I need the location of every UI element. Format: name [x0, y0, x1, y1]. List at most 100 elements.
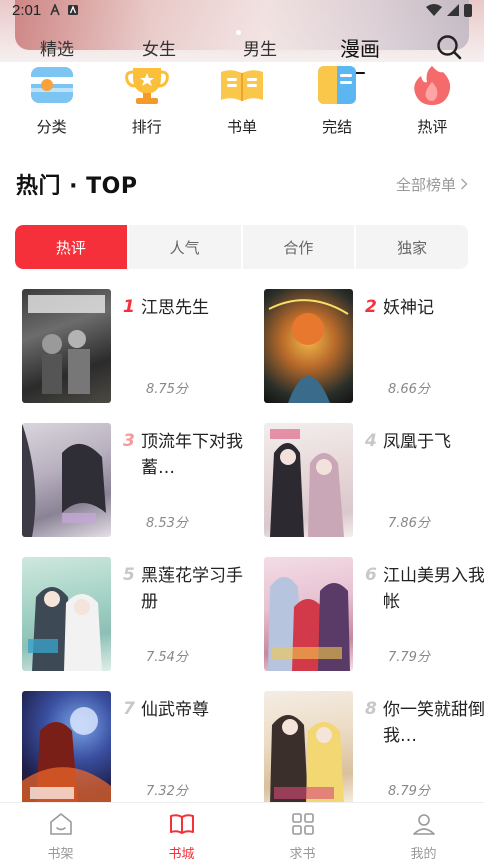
- top-tabs: 精选 女生 男生 漫画: [0, 30, 484, 74]
- cover-art: [22, 707, 111, 805]
- ranking-tab-cooperation[interactable]: 合作: [243, 225, 357, 269]
- book-item[interactable]: 6 江山美男入我帐 7.79分: [264, 557, 484, 671]
- category-classify[interactable]: 分类: [12, 64, 92, 144]
- book-score: 7.86分: [388, 516, 430, 531]
- book-score: 8.66分: [388, 382, 430, 397]
- ranking-tab-label: 人气: [169, 238, 200, 257]
- status-bar: 2:01: [0, 0, 484, 20]
- rank-number: 5: [123, 565, 135, 585]
- system-icons: [426, 3, 472, 17]
- book-cover[interactable]: [22, 289, 111, 403]
- ranking-tab-label: 合作: [283, 238, 314, 257]
- status-time: 2:01: [12, 1, 42, 19]
- rank-number: 7: [123, 699, 135, 719]
- book-score: 8.79分: [388, 784, 430, 799]
- ranking-tab-label: 热评: [55, 238, 86, 257]
- tab-label: 漫画: [340, 37, 380, 61]
- category-icon: [30, 67, 73, 103]
- ranking-tab-label: 独家: [397, 238, 428, 257]
- book-cover[interactable]: [22, 691, 111, 805]
- category-label: 完结: [322, 118, 353, 136]
- book-title: 仙武帝尊: [141, 700, 209, 720]
- book-score: 7.79分: [388, 650, 430, 665]
- book-title: 你一笑就甜倒我…: [383, 700, 484, 746]
- rank-number: 2: [365, 297, 377, 317]
- book-cover[interactable]: [264, 557, 353, 671]
- book-title: 顶流年下对我蓄…: [141, 432, 243, 478]
- open-book-icon: [169, 814, 194, 834]
- nav-request-book[interactable]: 求书: [242, 803, 363, 867]
- category-label: 热评: [417, 118, 448, 136]
- book-title: 江思先生: [141, 298, 209, 318]
- tab-label: 女生: [142, 40, 176, 60]
- notification-a-icon: [50, 4, 60, 16]
- ranking-tabs: 热评 人气 合作 独家: [15, 225, 468, 269]
- search-icon[interactable]: [436, 34, 462, 60]
- category-finished[interactable]: 完结: [297, 64, 377, 144]
- finished-icon: [318, 66, 357, 104]
- category-label: 书单: [226, 118, 257, 136]
- nav-profile[interactable]: 我的: [363, 803, 484, 867]
- book-cover[interactable]: [264, 289, 353, 403]
- tab-female[interactable]: 女生: [142, 35, 176, 60]
- cover-art: [268, 577, 350, 671]
- category-hot-comments[interactable]: 热评: [392, 64, 472, 144]
- nav-bookshelf[interactable]: 书架: [0, 803, 121, 867]
- tab-male[interactable]: 男生: [243, 35, 277, 60]
- book-score: 7.54分: [146, 650, 188, 665]
- rank-number: 6: [365, 565, 377, 585]
- book-item[interactable]: 3 顶流年下对我蓄… 8.53分: [22, 423, 252, 537]
- rank-number: 3: [123, 431, 135, 451]
- category-row: 分类 排行 书单 完结 热评: [0, 64, 484, 144]
- book-cover[interactable]: [22, 423, 111, 537]
- rank-number: 4: [365, 431, 377, 451]
- cover-art: [28, 295, 105, 394]
- ranking-tab-exclusive[interactable]: 独家: [356, 225, 468, 269]
- rank-number: 1: [123, 297, 135, 317]
- tab-comics[interactable]: 漫画: [340, 33, 380, 74]
- ranking-tab-popularity[interactable]: 人气: [129, 225, 243, 269]
- book-item[interactable]: 5 黑莲花学习手册 7.54分: [22, 557, 252, 671]
- ranking-tab-hot-comments[interactable]: 热评: [15, 225, 129, 269]
- book-item[interactable]: 8 你一笑就甜倒我… 8.79分: [264, 691, 484, 805]
- category-booklist[interactable]: 书单: [202, 64, 282, 144]
- book-title: 妖神记: [383, 298, 434, 318]
- book-score: 8.53分: [146, 516, 188, 531]
- notification-icons: [49, 4, 79, 16]
- tab-label: 男生: [243, 40, 277, 60]
- book-title: 江山美男入我帐: [383, 566, 484, 612]
- book-item[interactable]: 4 凤凰于飞 7.86分: [264, 423, 484, 537]
- book-item[interactable]: 2 妖神记 8.66分: [264, 289, 484, 403]
- book-title: 黑莲花学习手册: [141, 566, 243, 612]
- rank-number: 8: [365, 699, 377, 719]
- book-item[interactable]: 1 江思先生 8.75分: [22, 289, 252, 403]
- book-cover[interactable]: [264, 691, 353, 805]
- wifi-icon: [426, 4, 442, 16]
- cover-art: [270, 715, 344, 805]
- book-cover[interactable]: [22, 557, 111, 671]
- all-rankings-link[interactable]: 全部榜单: [396, 174, 468, 195]
- section-title: 热门 · TOP: [16, 174, 138, 199]
- user-icon: [412, 814, 435, 835]
- book-item[interactable]: 7 仙武帝尊 7.32分: [22, 691, 252, 805]
- tab-label: 精选: [40, 40, 74, 60]
- trophy-icon: [124, 68, 169, 104]
- all-rankings-label: 全部榜单: [395, 175, 456, 194]
- nav-label: 书城: [168, 847, 195, 862]
- hot-comment-icon: [414, 66, 451, 105]
- book-title: 凤凰于飞: [383, 432, 451, 452]
- nav-label: 书架: [47, 847, 74, 862]
- book-score: 8.75分: [146, 382, 188, 397]
- nav-bookstore[interactable]: 书城: [121, 803, 242, 867]
- notification-box-icon: [68, 5, 79, 15]
- tab-featured[interactable]: 精选: [40, 35, 74, 60]
- nav-label: 求书: [289, 847, 316, 862]
- book-score: 7.32分: [146, 784, 188, 799]
- category-label: 分类: [36, 118, 67, 136]
- cover-art: [268, 299, 349, 403]
- cover-art: [28, 587, 102, 671]
- nav-label: 我的: [410, 847, 437, 862]
- book-cover[interactable]: [264, 423, 353, 537]
- battery-icon: [464, 3, 472, 17]
- category-ranking[interactable]: 排行: [107, 64, 187, 144]
